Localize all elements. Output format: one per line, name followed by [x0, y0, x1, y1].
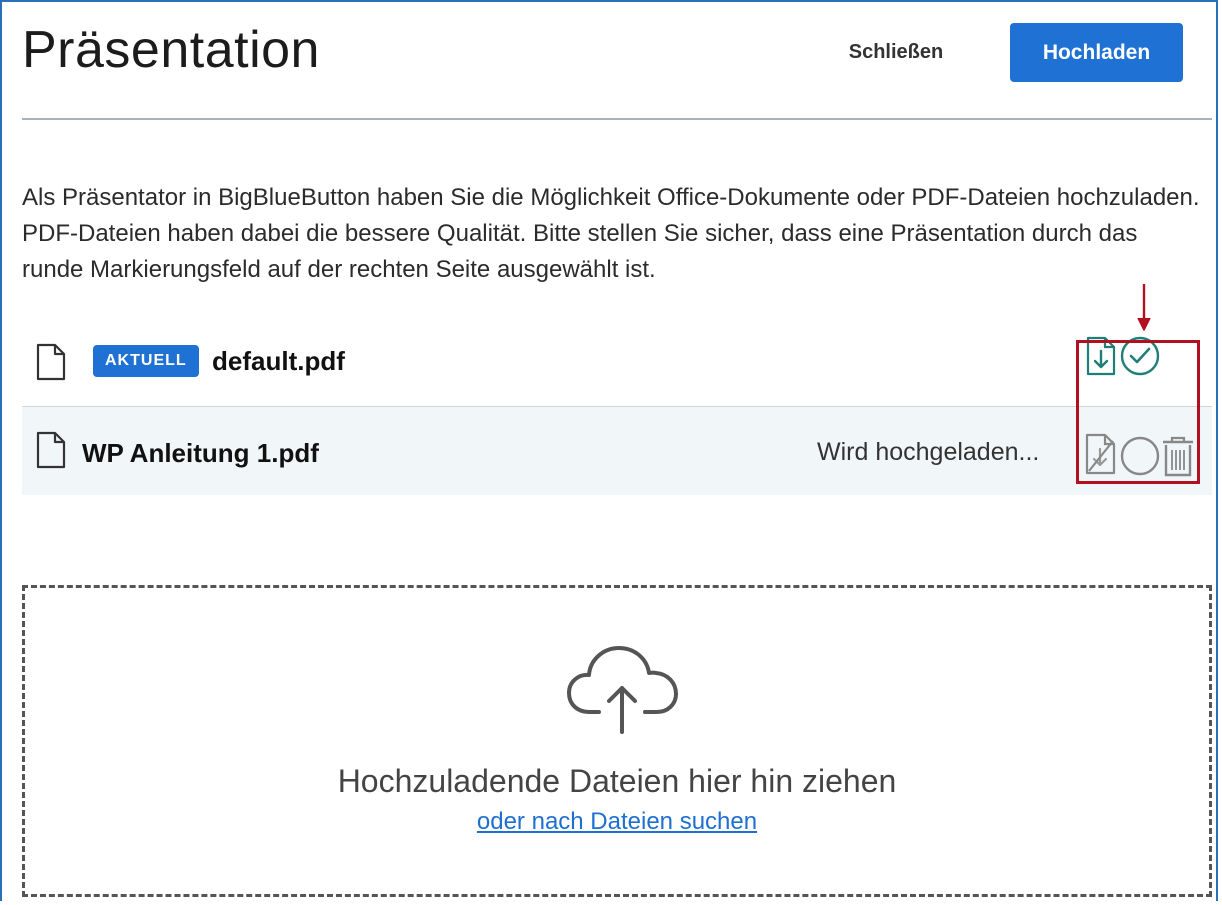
file-dropzone[interactable]: Hochzuladende Dateien hier hin ziehen od…: [22, 585, 1212, 897]
file-name: default.pdf: [212, 346, 345, 376]
annotation-arrow-icon: [1134, 282, 1154, 339]
browse-files-link[interactable]: oder nach Dateien suchen: [25, 808, 1209, 836]
file-row-default: AKTUELL default.pdf: [22, 318, 1212, 407]
description-text: Als Präsentator in BigBlueButton haben S…: [22, 184, 1200, 283]
current-badge: AKTUELL: [93, 345, 199, 377]
page-title: Präsentation: [22, 21, 320, 79]
document-icon: [36, 343, 66, 386]
annotation-highlight-box: [1076, 340, 1200, 484]
header-divider: [22, 118, 1212, 120]
document-icon: [36, 431, 66, 474]
upload-button[interactable]: Hochladen: [1010, 23, 1183, 82]
dropzone-text: Hochzuladende Dateien hier hin ziehen: [337, 763, 897, 799]
close-button[interactable]: Schließen: [826, 24, 966, 80]
file-row-wp-anleitung: WP Anleitung 1.pdf Wird hochgeladen...: [22, 407, 1212, 495]
upload-status: Wird hochgeladen...: [817, 438, 1040, 466]
cloud-upload-icon: [565, 642, 680, 739]
file-name: WP Anleitung 1.pdf: [82, 438, 319, 468]
